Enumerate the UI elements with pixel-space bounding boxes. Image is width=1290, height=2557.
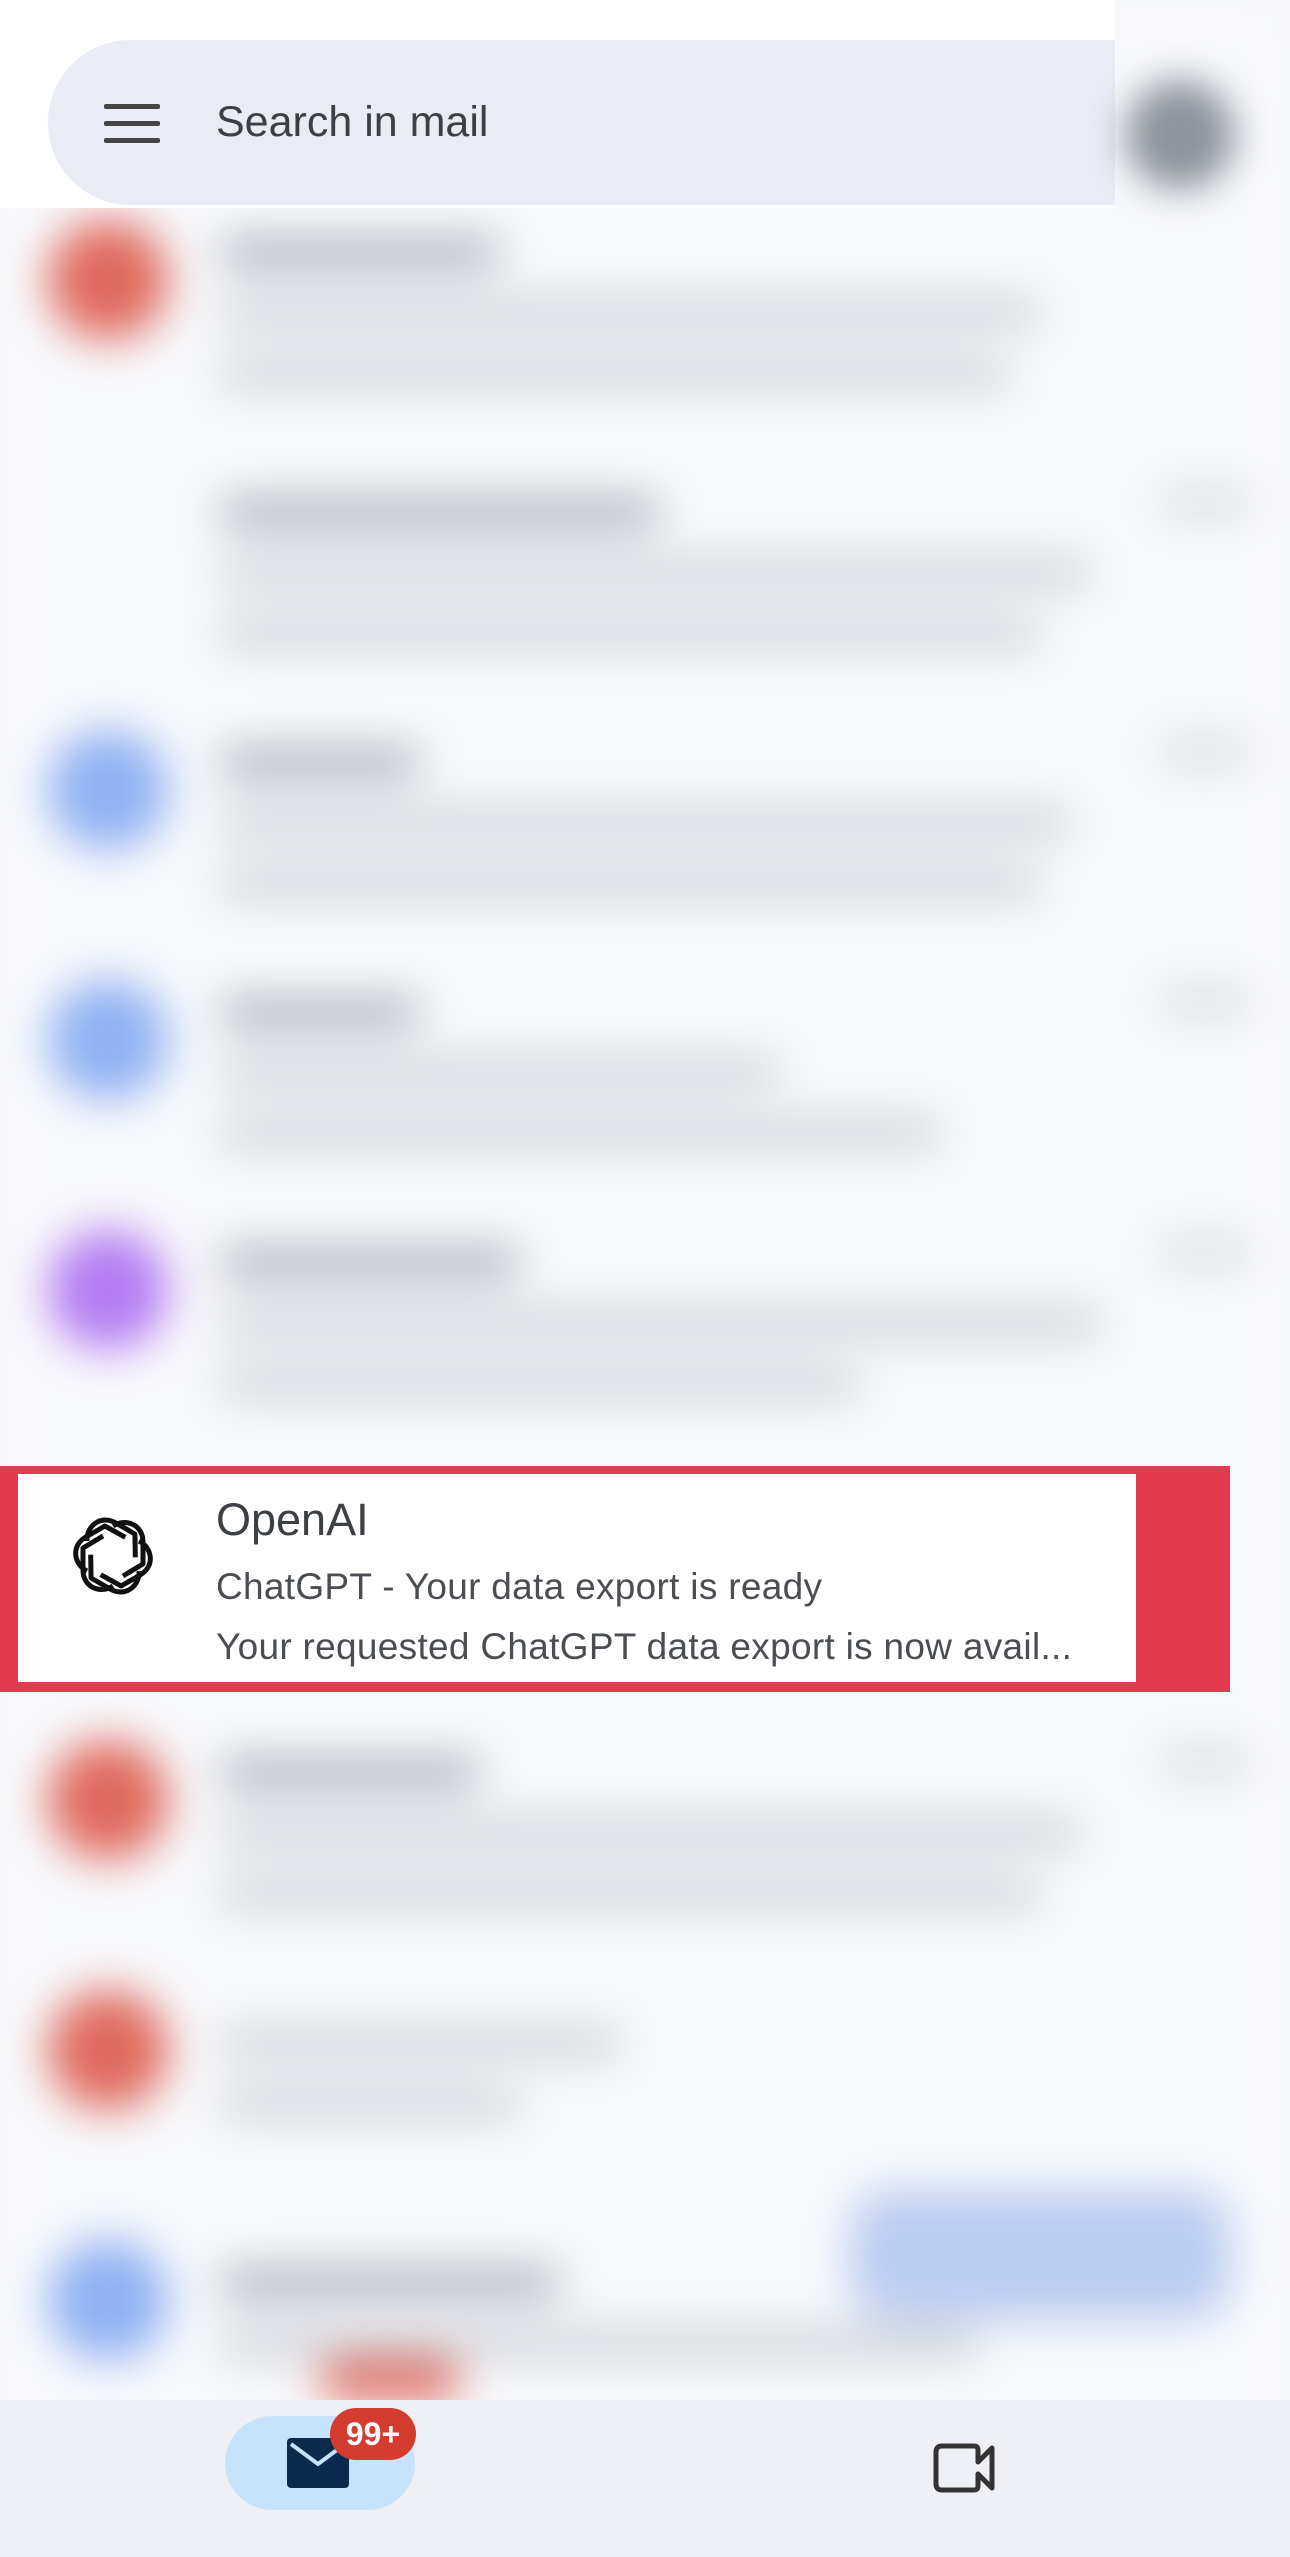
compose-button[interactable] bbox=[850, 2190, 1230, 2320]
search-bar[interactable]: Search in mail bbox=[48, 40, 1115, 205]
search-input[interactable]: Search in mail bbox=[216, 98, 488, 147]
email-subject: ChatGPT - Your data export is ready bbox=[216, 1566, 823, 1607]
unread-count-badge: 99+ bbox=[330, 2408, 416, 2460]
list-item[interactable] bbox=[0, 1690, 1290, 1930]
openai-logo-icon bbox=[73, 1517, 153, 1595]
account-avatar[interactable] bbox=[1125, 80, 1235, 190]
list-item[interactable] bbox=[0, 680, 1290, 920]
avatar bbox=[48, 1740, 168, 1860]
list-item[interactable] bbox=[0, 930, 1290, 1170]
email-item-openai[interactable]: OpenAI ChatGPT - Your data export is rea… bbox=[18, 1474, 1136, 1682]
avatar bbox=[48, 980, 168, 1100]
avatar bbox=[48, 220, 168, 340]
video-camera-icon[interactable] bbox=[930, 2440, 1000, 2496]
avatar bbox=[48, 2240, 168, 2360]
bottom-navigation: 99+ bbox=[0, 2400, 1290, 2557]
blurred-email-list bbox=[0, 0, 1290, 2557]
top-bar: Search in mail bbox=[0, 0, 1115, 208]
avatar bbox=[48, 730, 168, 850]
list-item[interactable] bbox=[0, 1180, 1290, 1420]
email-sender: OpenAI bbox=[216, 1494, 369, 1545]
avatar bbox=[48, 1990, 168, 2110]
hamburger-menu-icon[interactable] bbox=[104, 104, 160, 144]
email-snippet: Your requested ChatGPT data export is no… bbox=[216, 1626, 1073, 1667]
list-item[interactable] bbox=[0, 1940, 1290, 2180]
list-item[interactable] bbox=[0, 430, 1290, 670]
avatar bbox=[48, 1230, 168, 1350]
